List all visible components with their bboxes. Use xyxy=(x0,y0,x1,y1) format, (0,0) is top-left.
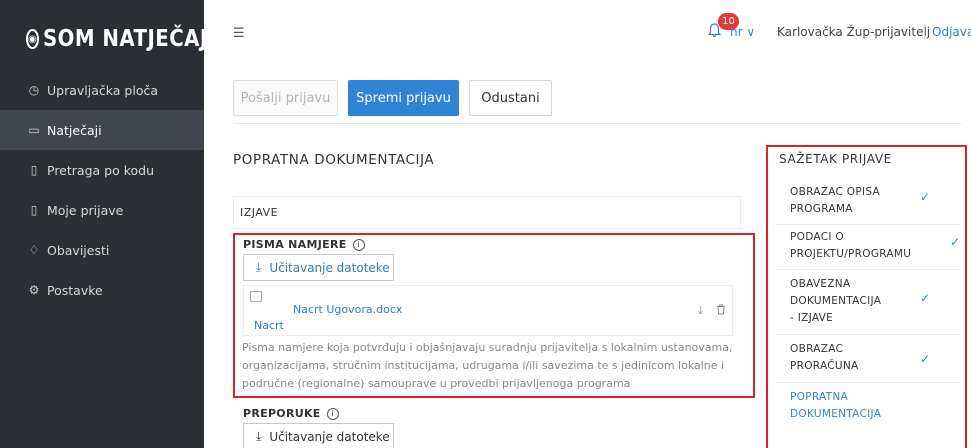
summary-item-label: POPRATNA DOKUMENTACIJA xyxy=(790,389,881,423)
section-title: POPRATNA DOKUMENTACIJA xyxy=(233,152,435,168)
summary-line: OBRAZAC OPISA xyxy=(790,186,881,198)
summary-title: SAŽETAK PRIJAVE xyxy=(779,152,892,166)
divider xyxy=(233,123,961,124)
summary-item-label: PODACI O PROJEKTU/PROGRAMU xyxy=(790,229,911,263)
sidebar-item-pretraga[interactable]: ▯ Pretraga po kodu xyxy=(0,150,204,190)
summary-item-label: OBAVEZNA DOKUMENTACIJA - IZJAVE xyxy=(790,276,881,327)
izjave-panel-header[interactable] xyxy=(233,196,741,229)
header-divider xyxy=(924,25,925,39)
sidebar-item-dashboard[interactable]: ◷ Upravljačka ploča xyxy=(0,70,204,110)
file-thumbnail-icon xyxy=(250,291,262,302)
sidebar-item-moje-prijave[interactable]: ▯ Moje prijave xyxy=(0,190,204,230)
menu-toggle-icon[interactable]: ☰ xyxy=(233,26,245,41)
summary-item-opis-programa[interactable]: OBRAZAC OPISA PROGRAMA ✓ xyxy=(777,180,960,225)
letters-upload-button[interactable]: ⤓ Učitavanje datoteke xyxy=(243,254,394,281)
sidebar: ◉ SOM NATJEČAJI ◷ Upravljačka ploča ▭ Na… xyxy=(0,0,215,448)
sidebar-item-label: Postavke xyxy=(47,282,103,298)
language-select[interactable]: hr ∨ xyxy=(730,25,755,39)
logo-eye-icon: ◉ xyxy=(26,29,39,49)
summary-line: OBRAZAC xyxy=(790,343,844,355)
recommendations-upload-button[interactable]: ⤓ Učitavanje datoteke xyxy=(243,423,394,448)
file-name-link[interactable]: Nacrt Ugovora.docx xyxy=(293,303,402,316)
letters-group-label: PISMA NAMJERE i xyxy=(243,238,365,251)
check-icon: ✓ xyxy=(920,291,931,305)
dashboard-icon: ◷ xyxy=(28,83,40,97)
check-icon: ✓ xyxy=(920,190,931,204)
summary-line: - IZJAVE xyxy=(790,312,834,324)
letters-description: Pisma namjere koja potvrđuju i objašnjav… xyxy=(242,341,733,390)
upload-icon: ⤓ xyxy=(256,429,262,443)
upload-icon: ⤓ xyxy=(256,260,262,274)
sidebar-item-label: Moje prijave xyxy=(47,202,124,218)
info-icon[interactable]: i xyxy=(326,408,339,420)
upload-label: Učitavanje datoteke xyxy=(269,260,390,275)
check-icon: ✓ xyxy=(950,235,961,249)
sidebar-item-label: Upravljačka ploča xyxy=(47,82,158,98)
cancel-button[interactable]: Odustani xyxy=(469,80,552,116)
summary-line: POPRATNA xyxy=(790,391,849,403)
summary-item-label: OBRAZAC OPISA PROGRAMA xyxy=(790,184,880,218)
summary-item-obavezna[interactable]: OBAVEZNA DOKUMENTACIJA - IZJAVE ✓ xyxy=(777,270,960,335)
izjave-label: IZJAVE xyxy=(240,206,279,219)
logo-text: SOM NATJEČAJI xyxy=(42,26,216,52)
summary-line: PRORAČUNA xyxy=(790,360,859,372)
recommendations-group-label: PREPORUKE i xyxy=(243,407,339,420)
file-thumbnail-alt: Nacrt xyxy=(254,319,284,332)
check-icon: ✓ xyxy=(920,352,931,366)
trash-icon[interactable] xyxy=(716,304,726,318)
upload-label: Učitavanje datoteke xyxy=(269,429,390,444)
summary-item-proracun[interactable]: OBRAZAC PRORAČUNA ✓ xyxy=(777,335,960,383)
summary-item-label: OBRAZAC PRORAČUNA xyxy=(790,341,859,375)
sidebar-item-label: Pretraga po kodu xyxy=(47,162,154,178)
letters-label-text: PISMA NAMJERE xyxy=(243,238,347,251)
logo[interactable]: ◉ SOM NATJEČAJI xyxy=(0,0,215,78)
summary-line: PROJEKTU/PROGRAMU xyxy=(790,248,912,260)
sidebar-item-label: Natječaji xyxy=(47,122,102,138)
recommendations-label-text: PREPORUKE xyxy=(243,407,321,420)
summary-line: PROGRAMA xyxy=(790,203,853,215)
gear-icon: ⚙ xyxy=(28,283,40,297)
summary-line: DOKUMENTACIJA xyxy=(790,295,882,307)
info-icon[interactable]: i xyxy=(352,239,365,251)
sidebar-item-postavke[interactable]: ⚙ Postavke xyxy=(0,270,204,310)
summary-line: DOKUMENTACIJA xyxy=(790,408,882,420)
summary-line: PODACI O xyxy=(790,231,844,243)
summary-item-podaci[interactable]: PODACI O PROJEKTU/PROGRAMU ✓ xyxy=(777,225,960,270)
bell-icon: ♢ xyxy=(28,243,40,257)
sidebar-item-obavijesti[interactable]: ♢ Obavijesti xyxy=(0,230,204,270)
download-icon[interactable]: ⤓ xyxy=(698,304,703,318)
summary-line: OBAVEZNA xyxy=(790,278,851,290)
user-name: Karlovačka Žup-prijavitelj xyxy=(777,25,931,39)
send-application-button[interactable]: Pošalji prijavu xyxy=(233,80,338,116)
logout-link[interactable]: Odjava xyxy=(932,25,971,39)
sidebar-item-label: Obavijesti xyxy=(47,242,110,258)
document-icon: ▯ xyxy=(30,203,38,217)
document-search-icon: ▯ xyxy=(30,163,38,177)
summary-item-popratna[interactable]: POPRATNA DOKUMENTACIJA xyxy=(777,383,960,428)
folder-icon: ▭ xyxy=(28,123,40,137)
save-application-button[interactable]: Spremi prijavu xyxy=(348,80,459,116)
sidebar-item-natjecaji[interactable]: ▭ Natječaji xyxy=(0,110,204,150)
